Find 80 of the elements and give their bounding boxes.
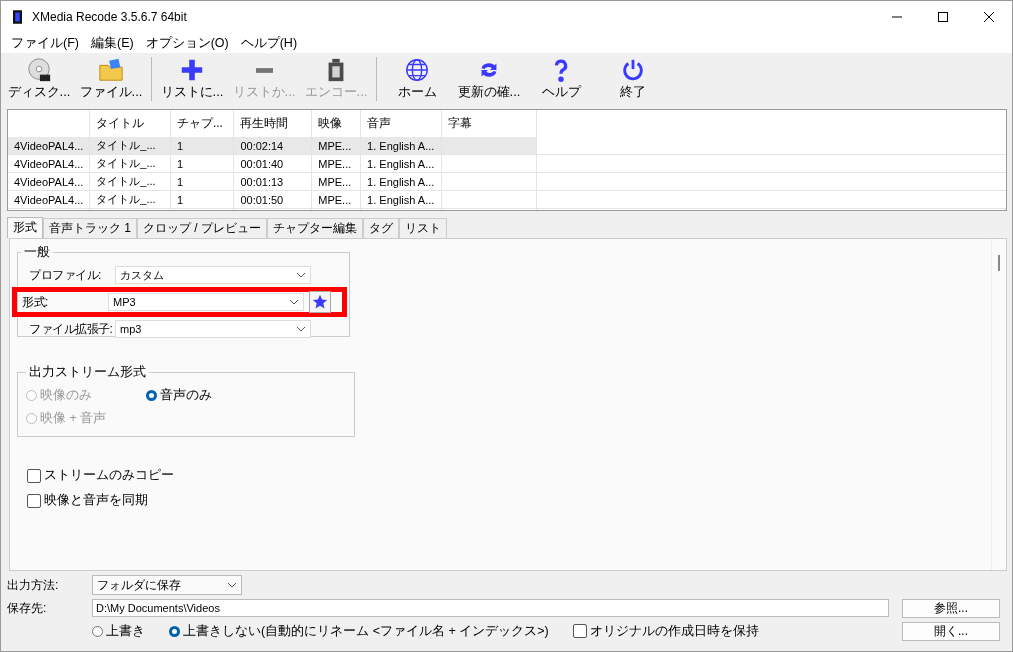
globe-icon [404, 57, 430, 83]
power-icon [620, 57, 646, 83]
tab[interactable]: タグ [363, 218, 400, 238]
toolbar-button[interactable]: ファイル... [75, 55, 147, 103]
toolbar-button[interactable]: 終了 [597, 55, 669, 103]
browse-button[interactable]: 参照... [902, 598, 1000, 618]
field-label: 出力方法: [7, 576, 60, 594]
disc-icon [26, 57, 52, 83]
table-cell: 1. English A... [360, 190, 442, 209]
dropdown[interactable]: フォルダに保存 [92, 575, 242, 595]
toolbar-button[interactable]: ヘルプ [525, 55, 597, 103]
menu-item[interactable]: 編集(E) [84, 34, 140, 52]
tab[interactable]: リスト [399, 218, 448, 238]
open-button[interactable]: 開く... [902, 621, 1000, 641]
menu-item[interactable]: ヘルプ(H) [234, 34, 304, 52]
group-title: 一般 [23, 243, 51, 261]
chevron-down-icon [296, 272, 306, 278]
toolbar-button[interactable]: 更新の確... [453, 55, 525, 103]
chevron-down-icon [289, 299, 299, 305]
radio-option[interactable]: 上書き [92, 622, 145, 640]
plus-icon [179, 57, 205, 83]
chevron-down-icon [227, 582, 237, 588]
tab[interactable]: チャプター編集 [267, 218, 364, 238]
table-row[interactable]: 4VideoPAL4... タイトル_... 1 00:02:14 MPE... 1. English A... [8, 137, 1006, 155]
table-cell: タイトル_... [89, 154, 171, 173]
tab[interactable]: 形式 [7, 217, 43, 238]
close-icon[interactable] [984, 12, 994, 22]
toolbar-button[interactable]: ディスク... [3, 55, 75, 103]
toolbar-button[interactable]: リストに... [156, 55, 228, 103]
table-cell: MPE... [311, 137, 361, 155]
menu-item[interactable]: オプション(O) [139, 34, 235, 52]
table-cell: 4VideoPAL4... [8, 137, 90, 155]
table-cell: 1 [170, 172, 234, 191]
table-cell: 00:01:40 [233, 154, 312, 173]
table-cell: 00:02:14 [233, 137, 312, 155]
table-cell: タイトル_... [89, 190, 171, 209]
dropdown[interactable]: mp3 [115, 320, 311, 338]
radio-option[interactable]: 上書きしない(自動的にリネーム <ファイル名 + インデックス>) [169, 622, 549, 640]
table-cell: 4VideoPAL4... [8, 154, 90, 173]
table-cell: タイトル_... [89, 172, 171, 191]
path-field[interactable]: D:\My Documents\Videos [92, 599, 889, 617]
star-button[interactable] [309, 291, 331, 313]
field-label: ファイル拡張子: [29, 320, 114, 338]
tab[interactable]: クロップ / プレビュー [137, 218, 268, 238]
chevron-down-icon [296, 326, 306, 332]
table-cell: タイトル_... [89, 137, 171, 155]
folder-icon [98, 57, 124, 83]
table-cell: MPE... [311, 172, 361, 191]
table-row[interactable]: 4VideoPAL4... タイトル_... 1 00:01:13 MPE... 1. English A... [8, 172, 1006, 191]
field-label: プロファイル: [29, 266, 102, 284]
film-icon [13, 9, 22, 25]
table-cell: 1. English A... [360, 137, 442, 155]
group-title: 出力ストリーム形式 [28, 363, 147, 381]
maximize-icon[interactable] [938, 12, 948, 22]
checkbox[interactable]: オリジナルの作成日時を保持 [572, 622, 759, 640]
table-cell: MPE... [311, 154, 361, 173]
table-cell: 1 [170, 190, 234, 209]
table-cell: 00:01:50 [233, 190, 312, 209]
dropdown[interactable]: MP3 [108, 293, 304, 311]
table-cell: 4VideoPAL4... [8, 172, 90, 191]
table-cell: 00:01:13 [233, 172, 312, 191]
field-label: 形式: [22, 293, 49, 311]
table-row[interactable]: 4VideoPAL4... タイトル_... 1 00:01:50 MPE... 1. English A... [8, 190, 1006, 209]
field-label: 保存先: [7, 599, 48, 617]
checkbox[interactable]: ストリームのみコピー [27, 467, 991, 484]
tab[interactable]: 音声トラック 1 [43, 218, 137, 238]
checkbox[interactable]: 映像と音声を同期 [27, 492, 991, 509]
table-cell: 1. English A... [360, 154, 442, 173]
dropdown[interactable]: カスタム [115, 266, 311, 284]
table-row[interactable]: 4VideoPAL4... タイトル_... 1 00:01:40 MPE... 1. English A... [8, 154, 1006, 173]
minus-icon [255, 68, 273, 73]
window-title: XMedia Recode 3.5.6.7 64bit [32, 10, 187, 24]
table-cell: 4VideoPAL4... [8, 190, 90, 209]
table-cell: 1. English A... [360, 172, 442, 191]
table-cell: 1 [170, 137, 234, 155]
toolbar-button[interactable]: ホーム [381, 55, 453, 103]
radio-option[interactable]: 音声のみ [146, 387, 266, 404]
table-cell: MPE... [311, 190, 361, 209]
table-cell: 1 [170, 154, 234, 173]
menu-item[interactable]: ファイル(F) [5, 34, 85, 52]
